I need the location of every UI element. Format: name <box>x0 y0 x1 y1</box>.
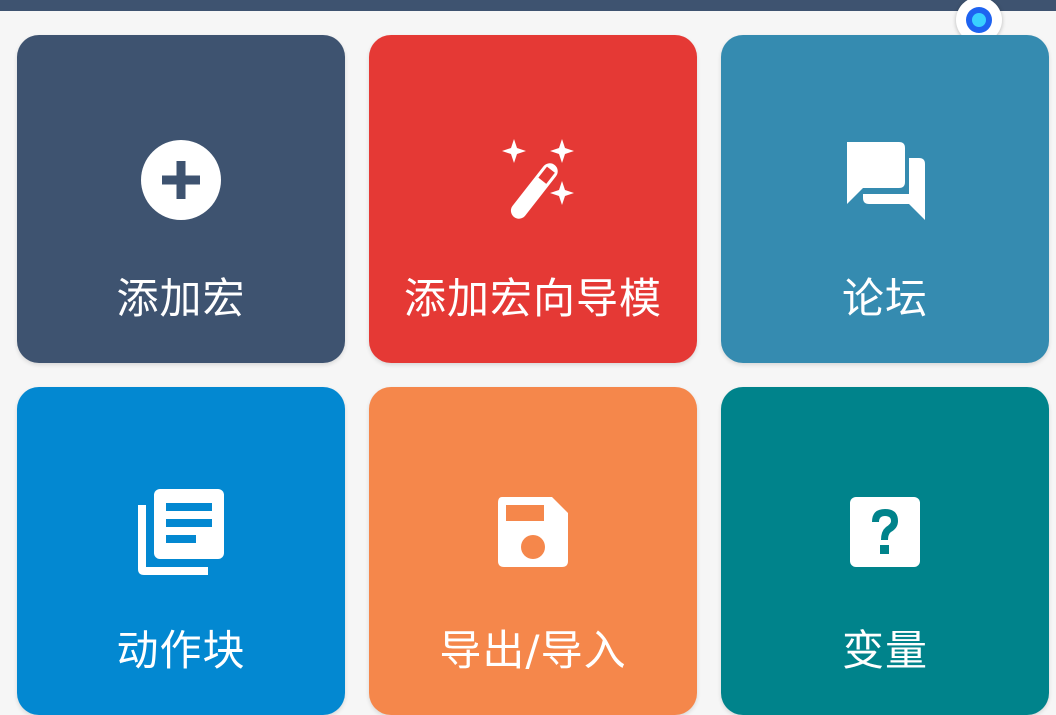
question-box-icon <box>840 487 930 577</box>
tile-label: 添加宏向导模 <box>403 274 662 323</box>
tile-variables[interactable]: 变量 <box>721 387 1049 715</box>
tile-label: 变量 <box>841 626 928 675</box>
tile-label: 添加宏 <box>116 274 246 323</box>
tile-label: 导出/导入 <box>439 626 627 675</box>
record-indicator-icon <box>966 7 992 33</box>
tile-label: 论坛 <box>841 274 928 323</box>
tile-action-blocks[interactable]: 动作块 <box>17 387 345 715</box>
magic-wand-icon <box>488 135 578 225</box>
tile-label: 动作块 <box>116 626 246 675</box>
floppy-disk-icon <box>488 487 578 577</box>
tile-export-import[interactable]: 导出/导入 <box>369 387 697 715</box>
tile-forum[interactable]: 论坛 <box>721 35 1049 363</box>
library-books-icon <box>136 487 226 577</box>
tile-add-macro[interactable]: 添加宏 <box>17 35 345 363</box>
tile-add-macro-wizard[interactable]: 添加宏向导模 <box>369 35 697 363</box>
add-circle-icon <box>136 135 226 225</box>
top-app-bar <box>0 0 1056 11</box>
forum-chat-icon <box>840 135 930 225</box>
